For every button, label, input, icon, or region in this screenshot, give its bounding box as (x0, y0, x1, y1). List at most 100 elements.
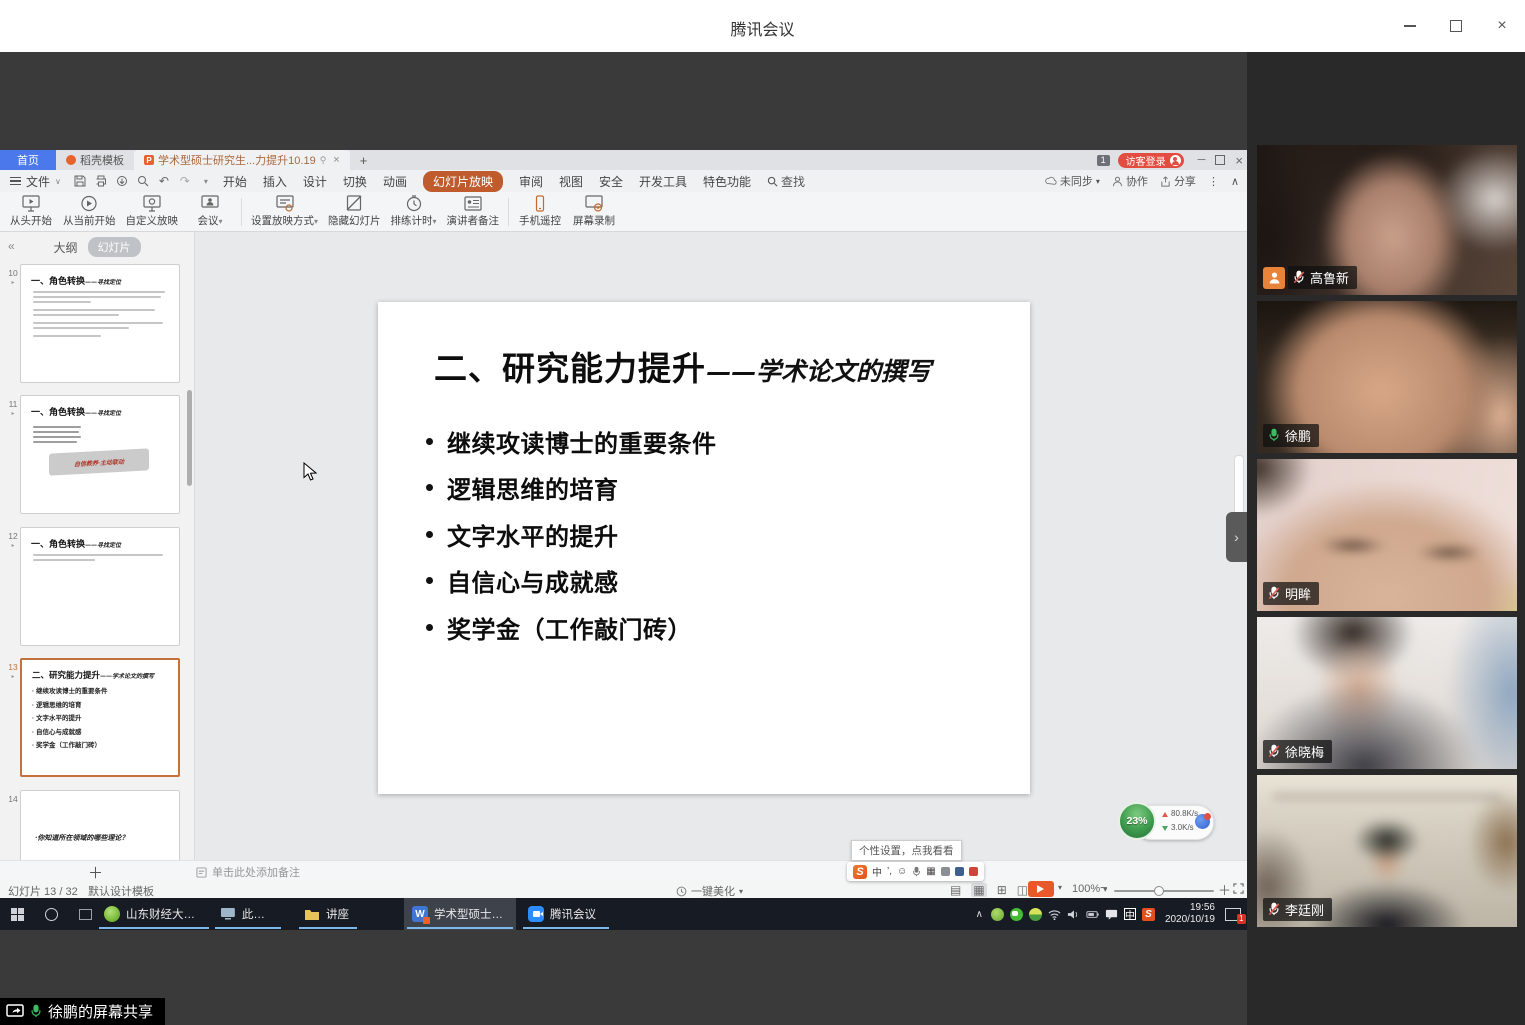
speaker-notes-button[interactable]: 演讲者备注 (442, 193, 505, 231)
file-menu-button[interactable]: 文件∨ (0, 173, 69, 190)
taskbar-item-wps[interactable]: W 学术型硕士研究生... (404, 898, 516, 930)
zoom-slider[interactable] (1114, 890, 1214, 892)
sorter-view-icon[interactable]: ⊞ (997, 883, 1007, 897)
video-tile-2[interactable]: 徐鹏 (1257, 301, 1517, 453)
close-button[interactable]: × (1479, 0, 1525, 52)
ribbon-tab-slideshow[interactable]: 幻灯片放映 (423, 171, 503, 192)
wps-close-button[interactable]: × (1235, 153, 1243, 168)
ribbon-tab-start[interactable]: 开始 (223, 173, 247, 190)
wps-restore-button[interactable] (1215, 155, 1225, 165)
ribbon-tab-features[interactable]: 特色功能 (703, 173, 751, 190)
collaborate-button[interactable]: 协作 (1112, 173, 1148, 189)
accelerate-button[interactable] (1195, 814, 1210, 829)
rehearse-timing-button[interactable]: 排练计时▾ (386, 193, 442, 231)
memory-ball[interactable]: 23% (1118, 802, 1156, 840)
ime-skin-icon[interactable] (941, 867, 950, 876)
ribbon-tab-security[interactable]: 安全 (599, 173, 623, 190)
beautify-button[interactable]: 一键美化▾ (676, 883, 743, 899)
share-button[interactable]: 分享 (1160, 173, 1196, 189)
ime-keyboard-icon[interactable]: ▦ (926, 866, 935, 877)
zoom-slider-knob[interactable] (1154, 886, 1164, 896)
taskbar-item-meeting[interactable]: 腾讯会议 (520, 898, 612, 930)
print-icon[interactable] (94, 174, 108, 188)
ribbon-tab-review[interactable]: 审阅 (519, 173, 543, 190)
ime-shirt-icon[interactable] (955, 867, 964, 876)
taskbar-item-folder[interactable]: 讲座 (296, 898, 360, 930)
meeting-button[interactable]: 会议▾ (183, 193, 237, 231)
play-caret-icon[interactable]: ▾ (1058, 883, 1062, 892)
ime-gift-icon[interactable] (969, 867, 978, 876)
slide-thumbnail-10[interactable]: 一、角色转换——寻找定位 (20, 264, 180, 383)
panel-scrollbar[interactable] (187, 390, 192, 486)
custom-slideshow-button[interactable]: 自定义放映 (121, 193, 184, 231)
ribbon-tab-devtools[interactable]: 开发工具 (639, 173, 687, 190)
tab-close-icon[interactable]: × (333, 154, 339, 166)
slideshow-play-button[interactable] (1028, 881, 1054, 897)
hide-slide-button[interactable]: 隐藏幻灯片 (323, 193, 386, 231)
slide-thumbnail-12[interactable]: 一、角色转换——寻找定位 (20, 527, 180, 646)
minimize-button[interactable] (1387, 0, 1433, 52)
video-tile-4[interactable]: 徐晓梅 (1257, 617, 1517, 769)
export-icon[interactable] (115, 174, 129, 188)
new-tab-button[interactable]: + (350, 150, 378, 170)
slide-thumbnail-14[interactable]: ·你知道所在领域的哪些理论？ (20, 790, 180, 860)
play-from-start-button[interactable]: 从头开始 (4, 193, 58, 231)
ribbon-tab-view[interactable]: 视图 (559, 173, 583, 190)
tray-sogou-icon[interactable]: S (1142, 908, 1155, 921)
doc-count-badge[interactable]: 1 (1097, 155, 1110, 166)
current-slide[interactable]: 二、研究能力提升——学术论文的撰写 继续攻读博士的重要条件 逻辑思维的培育 文字… (378, 302, 1030, 794)
tray-expand-icon[interactable]: ∧ (976, 909, 983, 920)
redo-icon[interactable]: ↷ (178, 174, 192, 188)
tray-360-icon[interactable] (991, 908, 1004, 921)
tray-ime-indicator[interactable]: 中 (1124, 908, 1136, 920)
zoom-out-button[interactable]: − (1100, 880, 1108, 895)
setup-show-button[interactable]: 设置放映方式▾ (246, 193, 323, 231)
ribbon-tab-design[interactable]: 设计 (303, 173, 327, 190)
wifi-icon[interactable] (1048, 908, 1061, 921)
phone-remote-button[interactable]: 手机遥控 (513, 193, 567, 231)
ribbon-tab-transition[interactable]: 切换 (343, 173, 367, 190)
normal-view-icon[interactable]: ▦ (971, 883, 986, 897)
video-tile-1[interactable]: 高鲁新 (1257, 145, 1517, 295)
wps-minimize-button[interactable]: ─ (1198, 154, 1206, 166)
chat-bubble-icon[interactable] (1105, 908, 1118, 921)
find-button[interactable]: 查找 (767, 173, 805, 190)
wps-tab-home[interactable]: 首页 (0, 150, 56, 170)
sogou-logo-icon[interactable]: S (853, 865, 867, 879)
panel-tab-slides[interactable]: 幻灯片 (88, 237, 141, 257)
ribbon-tab-animation[interactable]: 动画 (383, 173, 407, 190)
play-from-current-button[interactable]: 从当前开始 (58, 193, 121, 231)
tray-clock[interactable]: 19:56 2020/10/19 (1165, 902, 1215, 926)
task-view-button[interactable] (72, 900, 98, 928)
ime-emoji-icon[interactable]: ☺ (897, 866, 907, 877)
zoom-in-button[interactable]: ＋ (1218, 880, 1231, 899)
guest-login-button[interactable]: 访客登录 (1118, 153, 1184, 168)
taskbar-item-browser[interactable]: 山东财经大学 - 36... (96, 898, 212, 930)
action-center-icon[interactable]: 1 (1225, 908, 1241, 921)
search-button[interactable] (38, 900, 64, 928)
preview-icon[interactable] (136, 174, 150, 188)
ime-mic-icon[interactable] (912, 866, 921, 878)
ime-punct-icon[interactable]: ’, (887, 866, 892, 877)
tray-wechat-icon[interactable] (1010, 908, 1023, 921)
screen-record-button[interactable]: 屏幕录制 (567, 193, 621, 231)
expand-panel-chevron[interactable]: › (1226, 512, 1247, 562)
notes-input[interactable]: 单击此处添加备注 (196, 864, 300, 880)
tray-ball-icon[interactable] (1029, 908, 1042, 921)
sync-status-button[interactable]: 未同步▾ (1045, 173, 1100, 189)
video-tile-3[interactable]: 明眸 (1257, 459, 1517, 611)
notes-view-icon[interactable]: ▤ (950, 883, 961, 897)
wps-tab-docer[interactable]: 稻壳模板 (56, 150, 134, 170)
panel-tab-outline[interactable]: 大纲 (53, 239, 77, 256)
taskbar-item-thispc[interactable]: 此电脑 (212, 898, 284, 930)
slide-canvas[interactable]: 二、研究能力提升——学术论文的撰写 继续攻读博士的重要条件 逻辑思维的培育 文字… (195, 232, 1247, 860)
start-button[interactable] (4, 900, 30, 928)
maximize-button[interactable] (1433, 0, 1479, 52)
slide-thumbnail-13-selected[interactable]: 二、研究能力提升——学术论文的撰写 · 继续攻读博士的重要条件 · 逻辑思维的培… (20, 658, 180, 777)
battery-icon[interactable] (1086, 908, 1099, 921)
collapse-ribbon-icon[interactable]: ∧ (1231, 175, 1239, 188)
wps-tab-document[interactable]: P 学术型硕士研究生...力提升10.19 ⚲ × (134, 150, 350, 170)
undo-icon[interactable]: ↶ (157, 174, 171, 188)
ribbon-tab-insert[interactable]: 插入 (263, 173, 287, 190)
sogou-ime-bar[interactable]: S 中 ’, ☺ ▦ (847, 862, 984, 881)
